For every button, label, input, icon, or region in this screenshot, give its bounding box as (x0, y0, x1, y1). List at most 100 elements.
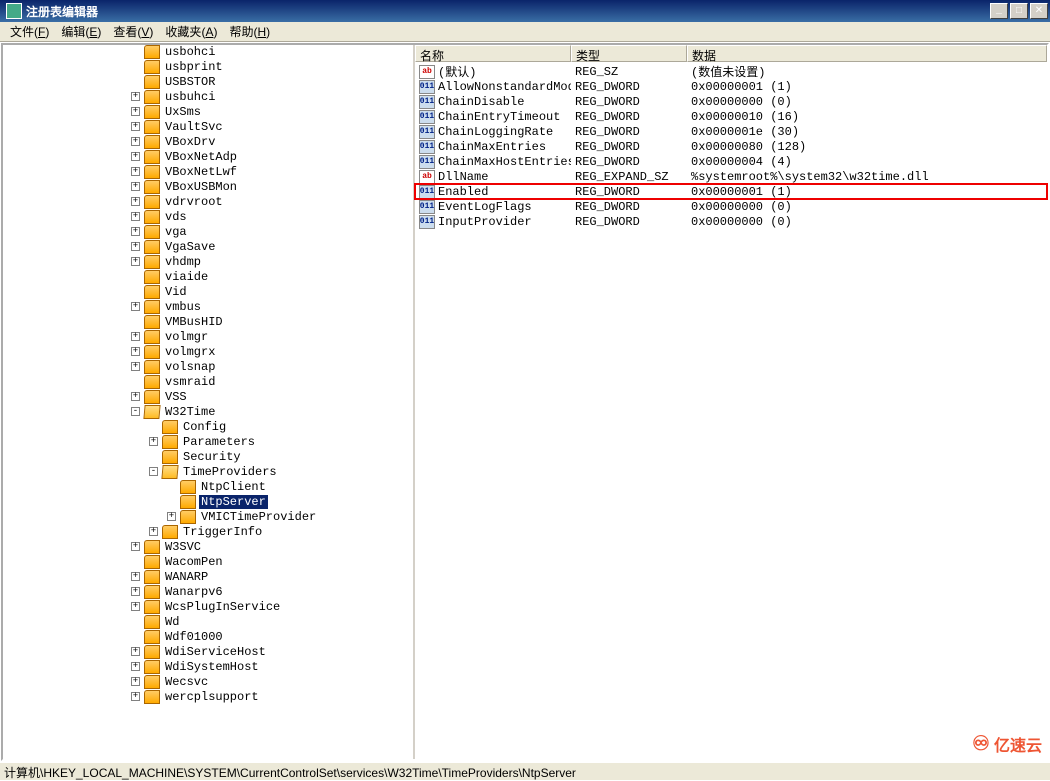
tree-item[interactable]: -TimeProviders (77, 464, 318, 479)
tree-label[interactable]: VgaSave (163, 240, 217, 254)
tree-item[interactable]: vsmraid (77, 374, 318, 389)
tree-label[interactable]: W3SVC (163, 540, 203, 554)
tree-label[interactable]: vga (163, 225, 189, 239)
tree-label[interactable]: WANARP (163, 570, 210, 584)
tree-item[interactable]: +WdiServiceHost (77, 644, 318, 659)
tree-item[interactable]: +VMICTimeProvider (77, 509, 318, 524)
expand-icon[interactable]: + (131, 137, 140, 146)
tree-label[interactable]: usbprint (163, 60, 225, 74)
tree-item[interactable]: + Wanarpv6 (77, 584, 318, 599)
tree-label[interactable]: vsmraid (163, 375, 217, 389)
tree-item[interactable]: Wdf01000 (77, 629, 318, 644)
expand-icon[interactable]: + (131, 692, 140, 701)
collapse-icon[interactable]: - (131, 407, 140, 416)
menu-file[interactable]: 文件(F) (4, 21, 55, 42)
tree-item[interactable]: +TriggerInfo (77, 524, 318, 539)
tree-item[interactable]: + Wecsvc (77, 674, 318, 689)
expand-icon[interactable]: + (131, 347, 140, 356)
column-data[interactable]: 数据 (687, 45, 1047, 62)
tree-item[interactable]: +UxSms (77, 104, 318, 119)
tree-label[interactable]: vds (163, 210, 189, 224)
tree-item[interactable]: viaide (77, 269, 318, 284)
expand-icon[interactable]: + (131, 92, 140, 101)
list-row[interactable]: 011InputProviderREG_DWORD0x00000000 (0) (415, 214, 1047, 229)
expand-icon[interactable]: + (131, 542, 140, 551)
tree-item[interactable]: Security (77, 449, 318, 464)
tree-item[interactable]: Wd (77, 614, 318, 629)
tree-item[interactable]: + VBoxUSBMon (77, 179, 318, 194)
close-button[interactable]: ✕ (1030, 3, 1048, 19)
expand-icon[interactable]: + (131, 647, 140, 656)
expand-icon[interactable]: + (131, 362, 140, 371)
tree-item[interactable]: WacomPen (77, 554, 318, 569)
tree-label[interactable]: NtpServer (199, 495, 268, 509)
expand-icon[interactable]: + (131, 392, 140, 401)
expand-icon[interactable]: + (131, 602, 140, 611)
tree-item[interactable]: +VBoxNetLwf (77, 164, 318, 179)
tree-item[interactable]: +VBoxNetAdp (77, 149, 318, 164)
tree-label[interactable]: UxSms (163, 105, 203, 119)
tree-item[interactable]: +WcsPlugInService (77, 599, 318, 614)
list-row[interactable]: 011EnabledREG_DWORD0x00000001 (1) (415, 184, 1047, 199)
tree-label[interactable]: Wdf01000 (163, 630, 225, 644)
maximize-button[interactable]: □ (1010, 3, 1028, 19)
tree-item[interactable]: USBSTOR (77, 74, 318, 89)
list-row[interactable]: 011AllowNonstandardMod...REG_DWORD0x0000… (415, 79, 1047, 94)
tree-item[interactable]: +vmbus (77, 299, 318, 314)
list-row[interactable]: abDllNameREG_EXPAND_SZ%systemroot%\syste… (415, 169, 1047, 184)
tree-label[interactable]: Vid (163, 285, 189, 299)
expand-icon[interactable]: + (131, 677, 140, 686)
expand-icon[interactable]: + (167, 512, 176, 521)
column-name[interactable]: 名称 (415, 45, 571, 62)
tree-item[interactable]: + volmgrx (77, 344, 318, 359)
tree-label[interactable]: VSS (163, 390, 189, 404)
tree-item[interactable]: +vhdmp (77, 254, 318, 269)
tree-item[interactable]: Config (77, 419, 318, 434)
tree-label[interactable]: VBoxUSBMon (163, 180, 239, 194)
tree-label[interactable]: usbuhci (163, 90, 217, 104)
minimize-button[interactable]: _ (990, 3, 1008, 19)
list-body[interactable]: ab(默认)REG_SZ(数值未设置)011AllowNonstandardMo… (415, 62, 1047, 759)
expand-icon[interactable]: + (131, 182, 140, 191)
tree-item[interactable]: + vds (77, 209, 318, 224)
tree-item[interactable]: NtpServer (77, 494, 318, 509)
expand-icon[interactable]: + (131, 302, 140, 311)
collapse-icon[interactable]: - (149, 467, 158, 476)
tree-item[interactable]: Vid (77, 284, 318, 299)
expand-icon[interactable]: + (131, 227, 140, 236)
tree-label[interactable]: WacomPen (163, 555, 225, 569)
list-row[interactable]: 011ChainMaxHostEntriesREG_DWORD0x0000000… (415, 154, 1047, 169)
expand-icon[interactable]: + (131, 572, 140, 581)
tree-label[interactable]: Config (181, 420, 228, 434)
tree-label[interactable]: Security (181, 450, 243, 464)
expand-icon[interactable]: + (131, 212, 140, 221)
tree-label[interactable]: Parameters (181, 435, 257, 449)
expand-icon[interactable]: + (131, 257, 140, 266)
expand-icon[interactable]: + (149, 437, 158, 446)
menu-help[interactable]: 帮助(H) (223, 21, 276, 42)
expand-icon[interactable]: + (131, 587, 140, 596)
menu-view[interactable]: 查看(V) (107, 21, 159, 42)
menu-edit[interactable]: 编辑(E) (55, 21, 107, 42)
tree-label[interactable]: volmgrx (163, 345, 217, 359)
expand-icon[interactable]: + (131, 662, 140, 671)
tree-item[interactable]: + usbuhci (77, 89, 318, 104)
expand-icon[interactable]: + (131, 332, 140, 341)
tree-item[interactable]: VMBusHID (77, 314, 318, 329)
tree-label[interactable]: Wd (163, 615, 181, 629)
tree-label[interactable]: NtpClient (199, 480, 268, 494)
list-row[interactable]: ab(默认)REG_SZ(数值未设置) (415, 64, 1047, 79)
tree-label[interactable]: volsnap (163, 360, 217, 374)
tree-item[interactable]: + Parameters (77, 434, 318, 449)
expand-icon[interactable]: + (131, 242, 140, 251)
tree-label[interactable]: Wecsvc (163, 675, 210, 689)
tree-label[interactable]: VBoxDrv (163, 135, 217, 149)
tree-item[interactable]: + W3SVC (77, 539, 318, 554)
tree-item[interactable]: usbohci (77, 45, 318, 59)
list-row[interactable]: 011ChainDisableREG_DWORD0x00000000 (0) (415, 94, 1047, 109)
tree-item[interactable]: +WdiSystemHost (77, 659, 318, 674)
tree-item[interactable]: + VgaSave (77, 239, 318, 254)
expand-icon[interactable]: + (149, 527, 158, 536)
tree-label[interactable]: Wanarpv6 (163, 585, 225, 599)
tree-label[interactable]: vdrvroot (163, 195, 225, 209)
